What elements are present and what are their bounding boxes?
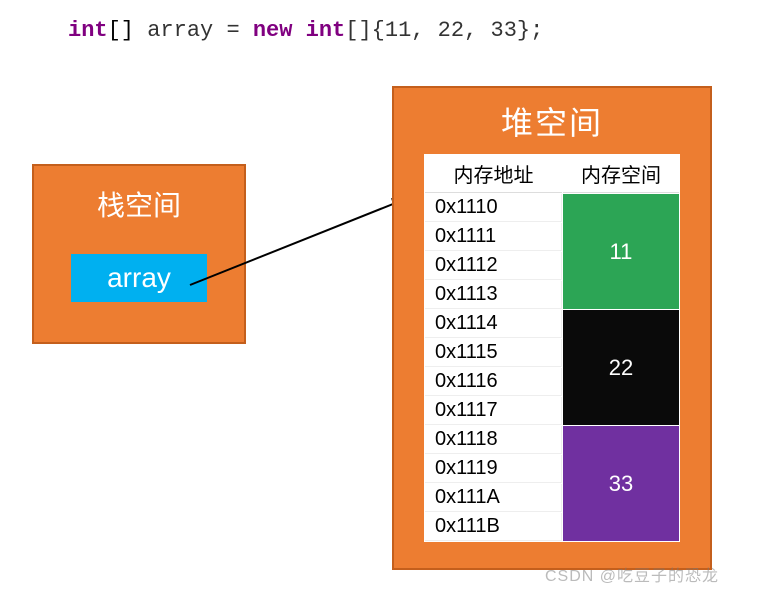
table-row: 0x1114 22 bbox=[425, 310, 679, 338]
memory-table: 内存地址 内存空间 0x1110 11 0x1111 0x1112 0x1113… bbox=[424, 154, 680, 542]
table-header-row: 内存地址 内存空间 bbox=[425, 155, 679, 193]
addr-cell: 0x1116 bbox=[425, 368, 562, 396]
addr-cell: 0x1118 bbox=[425, 426, 562, 454]
stack-variable-array: array bbox=[71, 254, 207, 302]
brackets: [] bbox=[108, 18, 134, 43]
initializer: []{11, 22, 33}; bbox=[345, 18, 543, 43]
keyword-int: int bbox=[68, 18, 108, 43]
stack-title: 栈空间 bbox=[34, 184, 244, 224]
code-declaration: int[] array = new int[]{11, 22, 33}; bbox=[68, 18, 543, 43]
addr-cell: 0x1113 bbox=[425, 281, 562, 309]
table-row: 0x1118 33 bbox=[425, 426, 679, 454]
addr-cell: 0x1114 bbox=[425, 310, 562, 338]
addr-cell: 0x1115 bbox=[425, 339, 562, 367]
header-address: 内存地址 bbox=[425, 155, 562, 193]
heap-title: 堆空间 bbox=[394, 98, 710, 144]
stack-space-box: 栈空间 array bbox=[32, 164, 246, 344]
addr-cell: 0x1117 bbox=[425, 397, 562, 425]
var-name: array bbox=[134, 18, 226, 43]
addr-cell: 0x1110 bbox=[425, 194, 562, 222]
header-space: 内存空间 bbox=[563, 155, 679, 193]
keyword-new: new int bbox=[253, 18, 345, 43]
addr-cell: 0x111B bbox=[425, 513, 562, 541]
value-cell-22: 22 bbox=[563, 310, 679, 425]
addr-cell: 0x111A bbox=[425, 484, 562, 512]
value-cell-33: 33 bbox=[563, 426, 679, 541]
addr-cell: 0x1112 bbox=[425, 252, 562, 280]
addr-cell: 0x1119 bbox=[425, 455, 562, 483]
table-row: 0x1110 11 bbox=[425, 194, 679, 222]
heap-space-box: 堆空间 内存地址 内存空间 0x1110 11 0x1111 0x1112 0x… bbox=[392, 86, 712, 570]
watermark: CSDN @吃豆子的恐龙 bbox=[545, 562, 719, 586]
value-cell-11: 11 bbox=[563, 194, 679, 309]
addr-cell: 0x1111 bbox=[425, 223, 562, 251]
equals: = bbox=[226, 18, 252, 43]
